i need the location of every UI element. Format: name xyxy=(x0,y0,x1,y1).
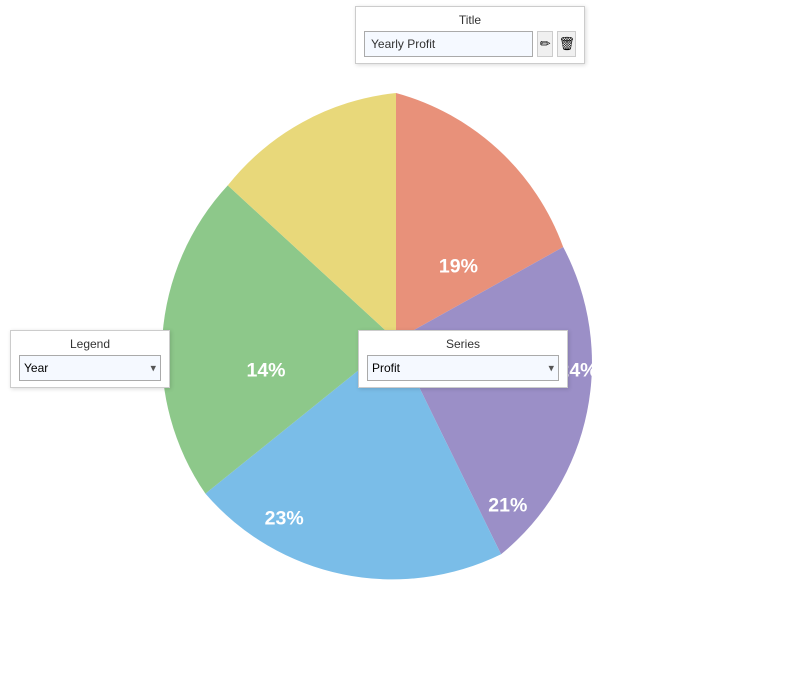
label-14: 14% xyxy=(246,359,285,381)
series-popup: Series Profit Revenue Expenses xyxy=(358,330,568,388)
legend-select[interactable]: Year Quarter Month xyxy=(19,355,161,381)
series-select-wrapper[interactable]: Profit Revenue Expenses xyxy=(367,355,559,381)
title-popup: Title ✏ 🗑 xyxy=(355,6,585,64)
edit-icon: ✏ xyxy=(540,36,551,52)
edit-button[interactable]: ✏ xyxy=(537,31,553,57)
label-21: 21% xyxy=(488,495,527,517)
label-19: 19% xyxy=(438,255,477,277)
delete-icon: 🗑 xyxy=(558,36,575,52)
title-input[interactable] xyxy=(364,31,533,57)
legend-label: Legend xyxy=(19,337,161,351)
title-label: Title xyxy=(364,13,576,27)
label-23: 23% xyxy=(264,508,303,530)
series-label: Series xyxy=(367,337,559,351)
delete-button[interactable]: 🗑 xyxy=(557,31,576,57)
legend-popup: Legend Year Quarter Month xyxy=(10,330,170,388)
series-select[interactable]: Profit Revenue Expenses xyxy=(367,355,559,381)
legend-select-wrapper[interactable]: Year Quarter Month xyxy=(19,355,161,381)
